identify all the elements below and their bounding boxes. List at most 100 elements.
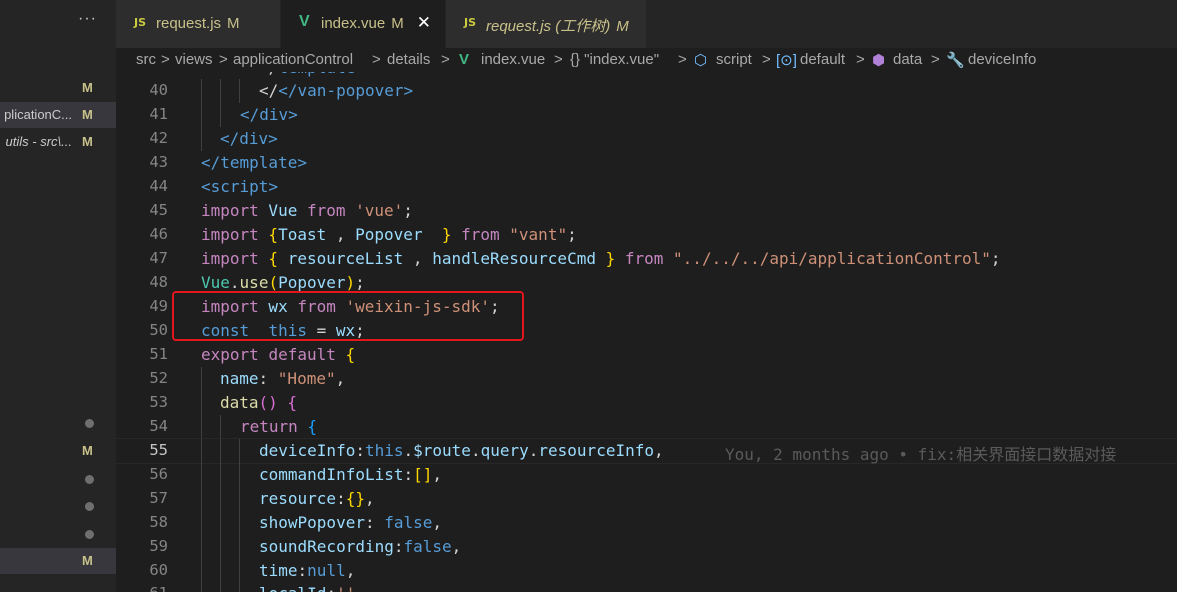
sidebar-file-item-utils[interactable]: utils - src\... M [0, 129, 116, 155]
breadcrumb-item-deviceinfo[interactable]: deviceInfo [968, 51, 1036, 68]
code-token: '' [336, 584, 355, 592]
sidebar-file-item[interactable]: M [0, 548, 116, 574]
line-code: deviceInfo:this.$route.query.resourceInf… [259, 441, 664, 460]
breadcrumb-item-views[interactable]: views [175, 51, 213, 68]
breadcrumb-item-default[interactable]: default [800, 51, 845, 68]
line-code: </div> [240, 105, 298, 124]
line-number: 51 [149, 345, 168, 363]
code-token: resourceInfo [538, 441, 654, 460]
code-token: commandInfoList [259, 465, 404, 484]
sidebar-file-name: plicationC... [4, 107, 72, 122]
code-line-current: 55 deviceInfo:this.$route.query.resource… [116, 438, 1177, 464]
code-line: 60 time:null, [116, 559, 1177, 583]
code-token: Popover [355, 225, 423, 244]
breadcrumb-item-src[interactable]: src [136, 51, 156, 68]
code-line: 47 import { resourceList , handleResourc… [116, 247, 1177, 271]
code-token: localId [259, 584, 326, 592]
indent-guide [220, 79, 221, 103]
line-code: Vue.use(Popover); [201, 273, 365, 292]
breadcrumb-item-data[interactable]: data [893, 51, 922, 68]
line-code: </template> [259, 72, 365, 77]
code-token: , [403, 249, 433, 268]
code-line: 43 </template> [116, 151, 1177, 175]
indent-guide [239, 487, 240, 511]
code-token: ; [567, 225, 577, 244]
tab-label: request.js (工作树) M [486, 15, 629, 36]
indent-guide [220, 103, 221, 127]
code-token: . [403, 441, 414, 460]
indent-guide [201, 79, 202, 103]
indent-guide [239, 79, 240, 103]
code-token: Vue [258, 201, 307, 220]
sidebar-file-item[interactable] [0, 466, 116, 492]
tab-label-text: index.vue [321, 15, 386, 32]
tab-request-js[interactable]: JS request.js M [116, 0, 281, 48]
line-number: 50 [149, 321, 168, 339]
sidebar-file-item[interactable]: M [0, 438, 116, 464]
line-code: time:null, [259, 561, 355, 580]
line-code: data() { [220, 393, 297, 412]
breadcrumb-separator: > [372, 51, 381, 68]
code-token: : [336, 489, 346, 508]
breadcrumb-item-index-vue[interactable]: index.vue [481, 51, 545, 68]
code-token: , [432, 513, 443, 532]
line-code: <script> [201, 177, 278, 196]
more-actions-icon[interactable]: ··· [78, 10, 97, 28]
code-token: Toast [278, 225, 327, 244]
modified-badge: M [82, 80, 93, 95]
explorer-sidebar: ··· M plicationC... M utils - src\... M … [0, 0, 116, 592]
line-code: localId:'' [259, 584, 355, 592]
line-code: </div> [220, 129, 278, 148]
breadcrumb: src > views > applicationControl > detai… [116, 48, 1177, 72]
tab-request-js-worktree[interactable]: JS request.js (工作树) M [446, 0, 647, 48]
changed-dot-icon [85, 502, 94, 511]
line-number: 49 [149, 297, 168, 315]
code-token: { [258, 249, 288, 268]
breadcrumb-item-script[interactable]: script [716, 51, 752, 68]
code-token: </van-popover> [278, 81, 414, 100]
code-token: </template> [201, 153, 307, 172]
breadcrumb-item-applicationcontrol[interactable]: applicationControl [233, 51, 353, 68]
code-line: 52 name: "Home", [116, 367, 1177, 391]
code-token: export [201, 345, 259, 364]
line-number: 59 [149, 537, 168, 555]
code-token: Vue [201, 273, 230, 292]
line-number: 60 [149, 561, 168, 579]
sidebar-file-item[interactable] [0, 521, 116, 547]
indent-guide [201, 487, 202, 511]
line-number: 53 [149, 393, 168, 411]
indent-guide [201, 559, 202, 583]
code-token: this [364, 441, 404, 460]
code-line: 44 <script> [116, 175, 1177, 199]
git-blame-annotation: You, 2 months ago • fix:相关界面接口数据对接 [725, 445, 1117, 464]
code-line: 41 </div> [116, 103, 1177, 127]
tab-index-vue[interactable]: V index.vue M ✕ [281, 0, 446, 48]
code-token: soundRecording [259, 537, 394, 556]
code-token: from [306, 201, 346, 220]
sidebar-file-item[interactable] [0, 410, 116, 436]
sidebar-file-name: utils - src\... [5, 134, 72, 149]
modified-badge: M [82, 134, 93, 149]
code-token: . [229, 273, 240, 292]
code-token: resourceList [287, 249, 404, 268]
breadcrumb-item-details[interactable]: details [387, 51, 430, 68]
code-token: false [384, 513, 433, 532]
code-token: false [403, 537, 452, 556]
sidebar-file-item[interactable]: M [0, 75, 116, 101]
changed-dot-icon [85, 419, 94, 428]
sidebar-file-item-applicationcontrol[interactable]: plicationC... M [0, 102, 116, 128]
code-token: ; [355, 273, 365, 292]
code-token: ; [403, 201, 413, 220]
line-code: soundRecording:false, [259, 537, 461, 556]
sidebar-file-item[interactable] [0, 493, 116, 519]
code-token: </div> [240, 105, 298, 124]
code-token: <script> [201, 177, 279, 196]
tab-label-text: request.js (工作树) [486, 18, 611, 35]
code-line: 46 import {Toast , Popover } from "vant"… [116, 223, 1177, 247]
code-line: 58 showPopover: false, [116, 511, 1177, 535]
breadcrumb-item-module[interactable]: {} "index.vue" [570, 51, 659, 68]
close-tab-icon[interactable]: ✕ [417, 13, 431, 33]
code-line: 56 commandInfoList:[], [116, 463, 1177, 487]
code-token: ( [268, 273, 279, 292]
